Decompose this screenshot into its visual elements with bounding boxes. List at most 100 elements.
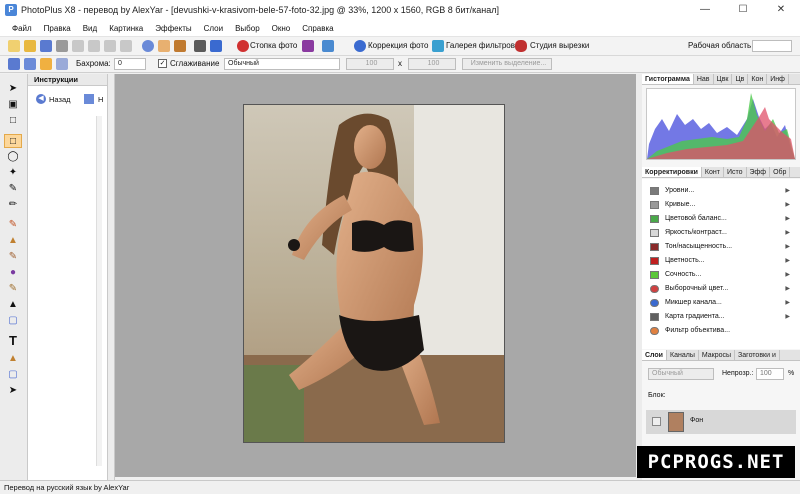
home-icon[interactable] (84, 94, 94, 104)
selection-subtract-icon[interactable] (40, 58, 52, 70)
tab-info[interactable]: Инф (767, 74, 789, 84)
height-input[interactable]: 100 (408, 58, 456, 70)
tab-color[interactable]: Цвк (714, 74, 733, 84)
instructions-scrollbar[interactable] (96, 116, 102, 466)
undo-icon[interactable] (120, 40, 132, 52)
copy-icon[interactable] (88, 40, 100, 52)
adjustment-curves[interactable]: Кривые... ▶ (650, 198, 790, 212)
gradient-tool-icon[interactable]: ▢ (4, 314, 22, 328)
maximize-button[interactable]: ☐ (724, 0, 762, 20)
home-button[interactable]: Н (98, 95, 103, 104)
eyedropper-tool-icon[interactable]: ✏ (4, 198, 22, 212)
dodge-tool-icon[interactable]: ✎ (4, 282, 22, 296)
tab-channels[interactable]: Каналы (667, 350, 699, 360)
back-arrow-icon[interactable]: ◀ (36, 94, 46, 104)
menu-edit[interactable]: Правка (38, 24, 77, 33)
adjustment-gradient-map[interactable]: Карта градиента... ▶ (650, 310, 790, 324)
tab-history[interactable]: Исто (724, 167, 747, 177)
adjustment-brightness-contrast[interactable]: Яркость/контраст... ▶ (650, 226, 790, 240)
menu-help[interactable]: Справка (296, 24, 339, 33)
left-panel-splitter[interactable] (108, 74, 115, 480)
minimize-button[interactable]: — (686, 0, 724, 20)
menu-select[interactable]: Выбор (229, 24, 266, 33)
tab-macros[interactable]: Макросы (699, 350, 736, 360)
menu-window[interactable]: Окно (266, 24, 297, 33)
pointer-icon[interactable] (210, 40, 222, 52)
cutout-studio-button[interactable]: Студия вырезки (530, 41, 589, 50)
move-tool-icon[interactable]: ➤ (4, 82, 22, 96)
pen-tool-icon[interactable]: ✎ (4, 182, 22, 196)
brush-icon[interactable] (174, 40, 186, 52)
stock-photo-icon[interactable] (237, 40, 249, 52)
layer-blend-mode-select[interactable]: Обычный (648, 368, 714, 380)
tab-samples[interactable]: Обр (770, 167, 791, 177)
zoom-icon[interactable] (142, 40, 154, 52)
paint-brush-tool-icon[interactable]: ✎ (4, 218, 22, 232)
clone-tool-icon[interactable]: ▲ (4, 234, 22, 248)
tab-adjustments[interactable]: Корректировки (642, 167, 702, 177)
menu-view[interactable]: Вид (77, 24, 103, 33)
close-button[interactable]: ✕ (762, 0, 800, 20)
transform-tool-icon[interactable]: □ (4, 114, 22, 128)
adjustment-lens-filter[interactable]: Фильтр объектива... (650, 324, 790, 338)
pen-path-tool-icon[interactable]: ▲ (4, 352, 22, 366)
new-file-icon[interactable] (8, 40, 20, 52)
text-tool-icon[interactable]: T (4, 334, 22, 348)
cut-icon[interactable] (72, 40, 84, 52)
menu-image[interactable]: Картинка (103, 24, 149, 33)
filter-gallery-button[interactable]: Галерея фильтров (446, 41, 515, 50)
back-button[interactable]: Назад (49, 95, 71, 104)
workspace-select[interactable] (752, 40, 792, 52)
adjustment-levels[interactable]: Уровни... ▶ (650, 184, 790, 198)
adjustment-vibrance[interactable]: Сочность... ▶ (650, 268, 790, 282)
filter-gallery-icon[interactable] (432, 40, 444, 52)
tab-navigator[interactable]: Нав (694, 74, 714, 84)
adjustment-hue-saturation[interactable]: Тон/насыщенность... ▶ (650, 240, 790, 254)
hand-icon[interactable] (158, 40, 170, 52)
save-icon[interactable] (40, 40, 52, 52)
tab-histogram[interactable]: Гистограмма (642, 74, 694, 84)
instructions-tab[interactable]: Инструкции (28, 74, 107, 86)
adjustment-chroma[interactable]: Цветность... ▶ (650, 254, 790, 268)
fill-tool-icon[interactable]: ▲ (4, 298, 22, 312)
shape-tool-icon[interactable]: ▢ (4, 368, 22, 382)
selection-intersect-icon[interactable] (56, 58, 68, 70)
layer-row[interactable]: Фон (646, 410, 796, 434)
modify-selection-button[interactable]: Изменить выделение... (462, 58, 552, 70)
lasso-tool-icon[interactable]: ◯ (4, 150, 22, 164)
tab-presets[interactable]: Заготовки и (735, 350, 780, 360)
cutout-studio-icon[interactable] (515, 40, 527, 52)
menu-layers[interactable]: Слои (198, 24, 229, 33)
menu-effects[interactable]: Эффекты (149, 24, 197, 33)
smudge-tool-icon[interactable]: ✎ (4, 250, 22, 264)
photo-correction-button[interactable]: Коррекция фото (368, 41, 428, 50)
menu-file[interactable]: Файл (6, 24, 38, 33)
print-icon[interactable] (56, 40, 68, 52)
stock-photo-button[interactable]: Стопка фото (250, 41, 297, 50)
open-folder-icon[interactable] (24, 40, 36, 52)
adjustment-selective-color[interactable]: Выборочный цвет... ▶ (650, 282, 790, 296)
selection-new-icon[interactable] (8, 58, 20, 70)
rectangle-select-tool-icon[interactable]: □ (4, 134, 22, 148)
red-eye-tool-icon[interactable]: ● (4, 266, 22, 280)
tools-icon[interactable] (302, 40, 314, 52)
opacity-input[interactable]: 100 (756, 368, 784, 380)
width-input[interactable]: 100 (346, 58, 394, 70)
adjustment-channel-mixer[interactable]: Микшер канала... ▶ (650, 296, 790, 310)
settings-icon[interactable] (322, 40, 334, 52)
feather-input[interactable]: 0 (114, 58, 146, 70)
blend-mode-select[interactable]: Обычный (224, 58, 340, 70)
tab-effects[interactable]: Эфф (747, 167, 771, 177)
node-tool-icon[interactable]: ➤ (4, 384, 22, 398)
magic-wand-icon[interactable]: ✦ (4, 166, 22, 180)
selection-add-icon[interactable] (24, 58, 36, 70)
crop-tool-icon[interactable]: ▣ (4, 98, 22, 112)
eyedropper-icon[interactable] (194, 40, 206, 52)
tab-brushes[interactable]: Кон (748, 74, 768, 84)
tab-swatches[interactable]: Цв (732, 74, 749, 84)
tab-layers[interactable]: Слои (642, 350, 667, 360)
antialias-checkbox[interactable]: ✓ (158, 59, 167, 68)
layer-visibility-icon[interactable] (652, 417, 661, 426)
adjustment-color-balance[interactable]: Цветовой баланс... ▶ (650, 212, 790, 226)
tab-contours[interactable]: Конт (702, 167, 724, 177)
